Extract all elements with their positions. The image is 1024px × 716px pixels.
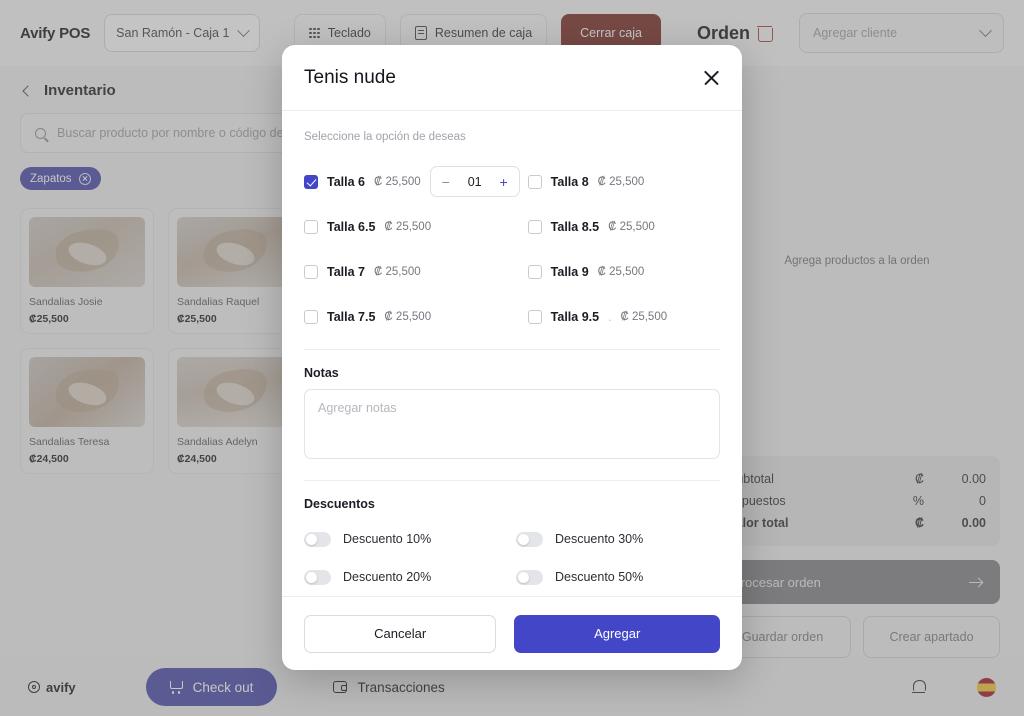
options-hint: Seleccione la opción de deseas (304, 131, 466, 143)
size-option-talla-6[interactable]: Talla 6 ₡ 25,500 − 01 + (304, 159, 520, 204)
divider (304, 349, 720, 350)
checkbox-icon[interactable] (304, 264, 318, 279)
size-option-price: ₡ 25,500 (597, 175, 645, 188)
toggle-switch[interactable] (304, 569, 331, 585)
size-option-price: ₡ 25,500 (384, 310, 432, 323)
size-option-talla-6-5[interactable]: Talla 6.5 ₡ 25,500 (304, 204, 520, 249)
discount-label: Descuento 20% (343, 570, 432, 584)
size-option-label: Talla 9.5 (550, 309, 600, 324)
size-option-price: ₡ 25,500 (384, 220, 432, 233)
size-option-talla-7[interactable]: Talla 7 ₡ 25,500 (304, 249, 520, 294)
discounts-label: Descuentos (304, 497, 375, 511)
size-option-talla-8[interactable]: Talla 8 ₡ 25,500 (527, 159, 720, 204)
modal-header: Tenis nude (282, 45, 742, 111)
size-option-price: ₡ 25,500 (608, 220, 655, 233)
discount-toggle-50[interactable]: Descuento 50% (516, 558, 720, 596)
quantity-stepper[interactable]: − 01 + (429, 166, 520, 197)
close-icon[interactable] (703, 69, 720, 86)
pos-application: Avify POS San Ramón - Caja 1 Teclado Res… (0, 0, 1024, 716)
add-button-label: Agregar (594, 626, 641, 641)
divider (304, 480, 720, 481)
discount-toggle-30[interactable]: Descuento 30% (516, 520, 720, 558)
product-options-modal: Tenis nude Seleccione la opción de desea… (282, 45, 742, 670)
add-button[interactable]: Agregar (514, 614, 720, 653)
size-option-label: Talla 8.5 (550, 219, 600, 234)
size-option-label: Talla 7.5 (327, 309, 376, 324)
size-option-price: ₡ 25,500 (373, 175, 421, 188)
size-options-grid: Talla 6 ₡ 25,500 − 01 + Talla 8 ₡ 25,500 (304, 159, 720, 339)
checkbox-icon[interactable] (304, 219, 318, 234)
size-option-label: Talla 8 (550, 174, 589, 189)
increment-button[interactable]: + (499, 175, 507, 189)
cancel-button-label: Cancelar (374, 626, 427, 641)
checkbox-checked-icon[interactable] (304, 174, 318, 189)
checkbox-icon[interactable] (527, 309, 542, 324)
checkbox-icon[interactable] (527, 174, 542, 189)
toggle-switch[interactable] (304, 531, 331, 547)
modal-body: Seleccione la opción de deseas Talla 6 ₡… (282, 111, 742, 596)
size-option-label: Talla 7 (327, 264, 365, 279)
size-option-price: ₡ 25,500 (620, 310, 668, 323)
discounts-grid: Descuento 10% Descuento 30% Descuento 20… (304, 520, 720, 596)
toggle-switch[interactable] (516, 531, 543, 547)
quantity-value: 01 (467, 174, 482, 189)
size-option-label: Talla 9 (550, 264, 589, 279)
size-option-talla-8-5[interactable]: Talla 8.5 ₡ 25,500 (527, 204, 720, 249)
notes-label: Notas (304, 366, 339, 380)
size-option-talla-9-5[interactable]: Talla 9.5 . ₡ 25,500 (527, 294, 720, 339)
checkbox-icon[interactable] (527, 219, 542, 234)
checkbox-icon[interactable] (304, 309, 318, 324)
discount-label: Descuento 50% (555, 570, 644, 584)
discount-toggle-10[interactable]: Descuento 10% (304, 520, 508, 558)
size-option-label: Talla 6 (327, 174, 365, 189)
modal-overlay[interactable]: Tenis nude Seleccione la opción de desea… (0, 0, 1024, 716)
decrement-button[interactable]: − (442, 175, 450, 189)
discount-label: Descuento 30% (555, 532, 644, 546)
size-option-price: ₡ 25,500 (597, 265, 645, 278)
size-option-talla-9[interactable]: Talla 9 ₡ 25,500 (527, 249, 720, 294)
toggle-switch[interactable] (516, 569, 543, 585)
discount-label: Descuento 10% (343, 532, 432, 546)
size-option-label: Talla 6.5 (327, 219, 376, 234)
discount-toggle-20[interactable]: Descuento 20% (304, 558, 508, 596)
checkbox-icon[interactable] (527, 264, 542, 279)
size-option-talla-7-5[interactable]: Talla 7.5 ₡ 25,500 (304, 294, 520, 339)
cancel-button[interactable]: Cancelar (304, 614, 497, 653)
size-option-separator: . (608, 309, 612, 324)
notes-input[interactable] (304, 389, 720, 459)
modal-footer: Cancelar Agregar (282, 596, 742, 670)
modal-title: Tenis nude (304, 66, 396, 88)
size-option-price: ₡ 25,500 (373, 265, 421, 278)
